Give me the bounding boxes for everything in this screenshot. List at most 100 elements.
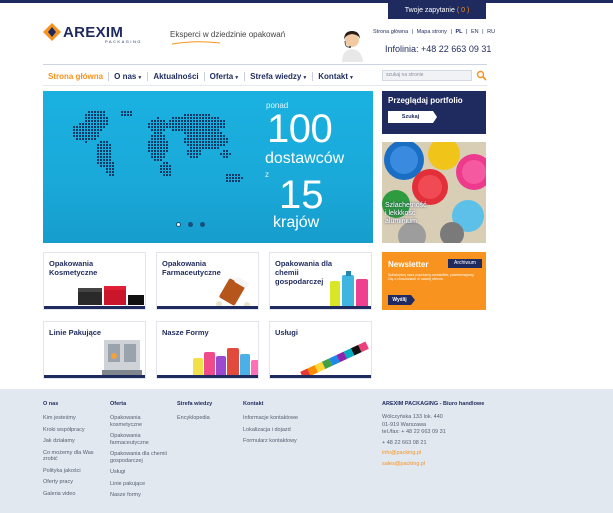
color-swatches-icon	[300, 341, 369, 378]
separator: |	[466, 29, 468, 35]
caret-down-icon: ▼	[234, 74, 240, 81]
footer: O nas Kim jesteśmy Kroki współpracy Jak …	[0, 389, 613, 513]
tile-packaging-lines[interactable]: Linie Pakujące	[43, 321, 146, 379]
footer-link[interactable]: Linie pakujące	[110, 481, 172, 488]
slider-dot[interactable]	[176, 222, 181, 227]
separator: |	[411, 29, 414, 35]
hero-word2: krajów	[273, 214, 320, 231]
caret-down-icon: ▼	[302, 74, 308, 81]
tile-our-molds[interactable]: Nasze Formy	[156, 321, 259, 379]
tile-bar	[270, 375, 371, 378]
brand-sub: PACKAGING	[105, 39, 142, 44]
nav-label: O nas	[114, 71, 137, 81]
tile-title-line: Opakowania	[49, 259, 94, 268]
nav-home[interactable]: Strona główna	[43, 71, 110, 81]
footer-link[interactable]: Kroki współpracy	[43, 427, 103, 434]
top-links: Strona główna | Mapa strony | PL | EN | …	[373, 29, 497, 35]
tile-title-line: Linie Pakujące	[49, 328, 102, 337]
arrow-right-icon	[433, 111, 437, 123]
footer-heading: Strefa wiedzy	[177, 401, 213, 407]
tile-title: Opakowania dla chemii gospodarczej	[275, 259, 332, 286]
promo-line: i lekkkość	[385, 210, 416, 217]
arrow-right-icon	[411, 295, 415, 305]
tile-bar	[270, 306, 371, 309]
footer-email-link[interactable]: sales@packing.pl	[382, 461, 486, 468]
toplink-sitemap[interactable]: Mapa strony	[417, 29, 447, 35]
tile-title-line: Nasze Formy	[162, 328, 209, 337]
newsletter-send-button[interactable]: Wyślij	[388, 295, 411, 305]
tile-cosmetic[interactable]: Opakowania Kosmetyczne	[43, 252, 146, 310]
footer-link[interactable]: Opakowania dla chemii gospodarczej	[110, 451, 172, 464]
nav-divider-bottom	[43, 85, 487, 86]
nav-label: Strefa wiedzy	[250, 71, 302, 81]
footer-link[interactable]: Galeria video	[43, 491, 103, 498]
nav-label: Strona główna	[48, 71, 104, 81]
nav-about[interactable]: O nas▼	[109, 71, 149, 81]
paint-cans-icon	[382, 142, 486, 243]
footer-link[interactable]: Formularz kontaktowy	[243, 438, 313, 445]
hero-num1: 100	[267, 107, 333, 151]
promo-aluminium[interactable]: Szlachetność i lekkkość aluminium	[382, 142, 486, 243]
tile-title-line: Opakowania dla	[275, 259, 333, 268]
footer-link[interactable]: Polityka jakości	[43, 468, 103, 475]
hero-num2: 15	[279, 173, 324, 217]
world-map-icon	[73, 111, 243, 182]
newsletter-archive-button[interactable]: Archiwum	[448, 259, 482, 268]
inquiry-button[interactable]: Twoje zapytanie ( 0 )	[388, 3, 486, 19]
footer-link[interactable]: Encyklopedia	[177, 415, 237, 422]
footer-col-knowledge: Strefa wiedzy Encyklopedia	[177, 401, 237, 427]
footer-email-link[interactable]: info@packing.pl	[382, 450, 486, 457]
nav-label: Aktualności	[153, 71, 199, 81]
footer-link[interactable]: Co możemy dla Was zrobić	[43, 450, 103, 463]
tile-pharma[interactable]: Opakowania Farmaceutyczne	[156, 252, 259, 310]
footer-link[interactable]: Nasze formy	[110, 492, 172, 499]
footer-address: Wólczyńska 133 lok. 440	[382, 414, 443, 420]
hero-banner[interactable]: ponad 100 dostawców z 15 krajów	[43, 91, 373, 243]
tile-title-line: chemii	[275, 268, 299, 277]
logo-mark-icon	[43, 23, 61, 41]
toplink-home[interactable]: Strona główna	[373, 29, 408, 35]
lang-ru[interactable]: RU	[487, 29, 495, 35]
footer-link[interactable]: Kim jesteśmy	[43, 415, 103, 422]
tile-title-line: Usługi	[275, 328, 298, 337]
footer-heading: Kontakt	[243, 401, 264, 407]
footer-col-contact: Kontakt Informacje kontaktowe Lokalizacj…	[243, 401, 313, 450]
footer-link[interactable]: Usługi	[110, 469, 172, 476]
footer-heading: O nas	[43, 401, 59, 407]
lang-en[interactable]: EN	[471, 29, 479, 35]
nav-label: Oferta	[209, 71, 234, 81]
promo-caption: Szlachetność i lekkkość aluminium	[385, 202, 427, 226]
slider-dots	[176, 222, 205, 227]
arexim-logo[interactable]: AREXIM PACKAGING	[43, 23, 145, 45]
tile-title: Nasze Formy	[162, 328, 209, 337]
slider-dot[interactable]	[188, 222, 193, 227]
nav-knowledge[interactable]: Strefa wiedzy▼	[245, 71, 314, 81]
hotline: Infolinia: +48 22 663 09 31	[385, 44, 492, 54]
nav-news[interactable]: Aktualności	[148, 71, 205, 81]
nav-label: Kontakt	[318, 71, 349, 81]
nav-offer[interactable]: Oferta▼	[205, 71, 246, 81]
search-icon[interactable]	[476, 70, 487, 81]
footer-link[interactable]: Informacje kontaktowe	[243, 415, 313, 422]
footer-phone: tel./fax: + 48 22 663 09 31	[382, 429, 446, 435]
slider-dot[interactable]	[200, 222, 205, 227]
footer-col-about: O nas Kim jesteśmy Kroki współpracy Jak …	[43, 401, 103, 502]
footer-link[interactable]: Opakowania farmaceutyczne	[110, 433, 172, 446]
footer-link[interactable]: Lokalizacja i dojazd	[243, 427, 313, 434]
hotline-agent-icon	[342, 31, 363, 62]
main-nav: Strona główna O nas▼ Aktualności Oferta▼…	[43, 70, 359, 82]
footer-link[interactable]: Opakowania kosmetyczne	[110, 415, 172, 428]
tile-household-chemistry[interactable]: Opakowania dla chemii gospodarczej	[269, 252, 372, 310]
tile-title-line: gospodarczej	[275, 277, 324, 286]
footer-link[interactable]: Oferty pracy	[43, 479, 103, 486]
footer-address: 01-919 Warszawa	[382, 421, 427, 428]
nav-contact[interactable]: Kontakt▼	[313, 72, 359, 81]
tile-services[interactable]: Usługi	[269, 321, 372, 379]
detergent-bottles-icon	[330, 271, 368, 307]
footer-link[interactable]: Jak działamy	[43, 438, 103, 445]
portfolio-search-button[interactable]: Szukaj	[388, 111, 433, 123]
hero-z: z	[265, 170, 269, 179]
lang-pl[interactable]: PL	[455, 29, 462, 35]
search-input[interactable]: szukaj na stronie	[382, 70, 472, 81]
caret-down-icon: ▼	[349, 74, 354, 81]
